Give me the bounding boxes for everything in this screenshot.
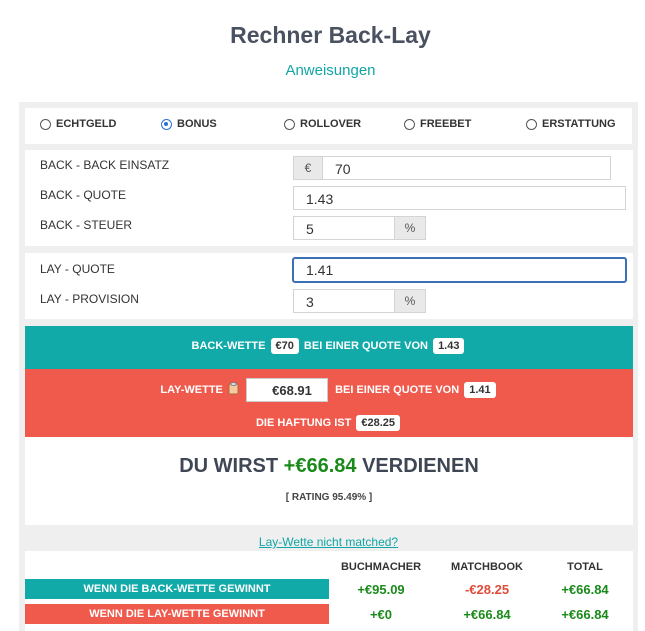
back-odds-input[interactable]: 1.43 bbox=[293, 186, 626, 210]
back-section: BACK - BACK EINSATZ € 70 BACK - QUOTE 1.… bbox=[25, 150, 633, 246]
column-header: BUCHMACHER bbox=[340, 561, 422, 573]
page-title: Rechner Back-Lay bbox=[230, 22, 431, 48]
mode-selector: ECHTGELD BONUS ROLLOVER FREEBET ERSTATTU… bbox=[25, 108, 632, 144]
profit-headline: DU WIRST +€66.84 VERDIENEN bbox=[25, 455, 633, 478]
table-cell: +€66.84 bbox=[463, 607, 511, 622]
profit-prefix: DU WIRST bbox=[179, 455, 279, 477]
radio-bonus[interactable]: BONUS bbox=[161, 118, 217, 130]
lay-bet-line: LAY-WETTE €68.91 BEI EINER QUOTE VON 1.4… bbox=[25, 378, 633, 402]
radio-label: FREEBET bbox=[420, 118, 472, 130]
profit-suffix: VERDIENEN bbox=[362, 455, 479, 477]
radio-erstattung[interactable]: ERSTATTUNG bbox=[526, 118, 616, 130]
table-cell: +€66.84 bbox=[561, 582, 609, 597]
radio-rollover[interactable]: ROLLOVER bbox=[284, 118, 361, 130]
currency-addon: € bbox=[293, 156, 323, 180]
lay-commission-label: LAY - PROVISION bbox=[40, 292, 139, 306]
liability-line: DIE HAFTUNG IST €28.25 bbox=[25, 415, 633, 431]
back-bet-line: BACK-WETTE €70 BEI EINER QUOTE VON 1.43 bbox=[25, 338, 633, 354]
percent-addon: % bbox=[394, 216, 426, 240]
back-tax-label: BACK - STEUER bbox=[40, 218, 133, 232]
back-odds-chip: 1.43 bbox=[433, 338, 465, 354]
table-cell: -€28.25 bbox=[464, 582, 510, 597]
radio-circle-icon bbox=[526, 118, 537, 130]
radio-circle-icon bbox=[40, 118, 51, 130]
lay-odds-label: LAY - QUOTE bbox=[40, 262, 115, 276]
radio-label: ROLLOVER bbox=[300, 118, 362, 130]
radio-echtgeld[interactable]: ECHTGELD bbox=[40, 118, 117, 130]
lay-not-matched-link[interactable]: Lay-Wette nicht matched? bbox=[19, 535, 638, 549]
back-stake-label: BACK - BACK EINSATZ bbox=[40, 158, 170, 172]
radio-selected-icon bbox=[161, 118, 172, 130]
instructions-link[interactable]: Anweisungen bbox=[0, 62, 645, 79]
table-cell: +€0 bbox=[369, 607, 393, 622]
back-stake-input[interactable]: 70 bbox=[322, 156, 611, 180]
lay-bet-label: LAY-WETTE bbox=[160, 383, 223, 396]
back-tax-input[interactable]: 5 bbox=[293, 216, 395, 240]
column-header: MATCHBOOK bbox=[451, 561, 523, 573]
lay-commission-input[interactable]: 3 bbox=[293, 289, 395, 313]
radio-circle-icon bbox=[284, 118, 295, 130]
row-label: WENN DIE LAY-WETTE GEWINNT bbox=[25, 604, 329, 624]
back-bet-summary: BACK-WETTE €70 BEI EINER QUOTE VON 1.43 bbox=[25, 326, 633, 369]
at-odds-label: BEI EINER QUOTE VON bbox=[303, 340, 428, 352]
lay-odds-chip: 1.41 bbox=[464, 381, 496, 398]
profit-value: +€66.84 bbox=[283, 455, 357, 477]
lay-stake-field[interactable]: €68.91 bbox=[246, 378, 329, 402]
back-bet-label: BACK-WETTE bbox=[191, 340, 266, 352]
back-bet-amount: €70 bbox=[270, 338, 299, 354]
table-cell: +€95.09 bbox=[357, 582, 405, 597]
liability-label: DIE HAFTUNG IST bbox=[255, 417, 352, 429]
radio-label: BONUS bbox=[177, 118, 217, 130]
lay-odds-input[interactable]: 1.41 bbox=[292, 257, 627, 283]
table-cell: +€66.84 bbox=[561, 607, 609, 622]
lay-section: LAY - QUOTE 1.41 LAY - PROVISION 3 % bbox=[25, 253, 633, 319]
profit-result: DU WIRST +€66.84 VERDIENEN [ RATING 95.4… bbox=[25, 437, 633, 525]
column-header: TOTAL bbox=[567, 561, 603, 573]
lay-bet-summary: LAY-WETTE €68.91 BEI EINER QUOTE VON 1.4… bbox=[25, 369, 633, 437]
percent-addon: % bbox=[394, 289, 426, 313]
radio-circle-icon bbox=[404, 118, 415, 130]
rating-text: [ RATING 95.49% ] bbox=[285, 492, 373, 503]
row-label: WENN DIE BACK-WETTE GEWINNT bbox=[25, 579, 329, 599]
back-odds-label: BACK - QUOTE bbox=[40, 188, 127, 202]
radio-label: ERSTATTUNG bbox=[542, 118, 616, 130]
liability-amount: €28.25 bbox=[356, 415, 401, 431]
clipboard-icon[interactable] bbox=[228, 382, 239, 398]
radio-label: ECHTGELD bbox=[56, 118, 117, 130]
at-odds-label: BEI EINER QUOTE VON bbox=[335, 383, 460, 396]
calculator-panel: ECHTGELD BONUS ROLLOVER FREEBET ERSTATTU… bbox=[19, 102, 638, 631]
radio-freebet[interactable]: FREEBET bbox=[404, 118, 471, 130]
outcome-table: BUCHMACHER MATCHBOOK TOTAL WENN DIE BACK… bbox=[25, 551, 633, 631]
